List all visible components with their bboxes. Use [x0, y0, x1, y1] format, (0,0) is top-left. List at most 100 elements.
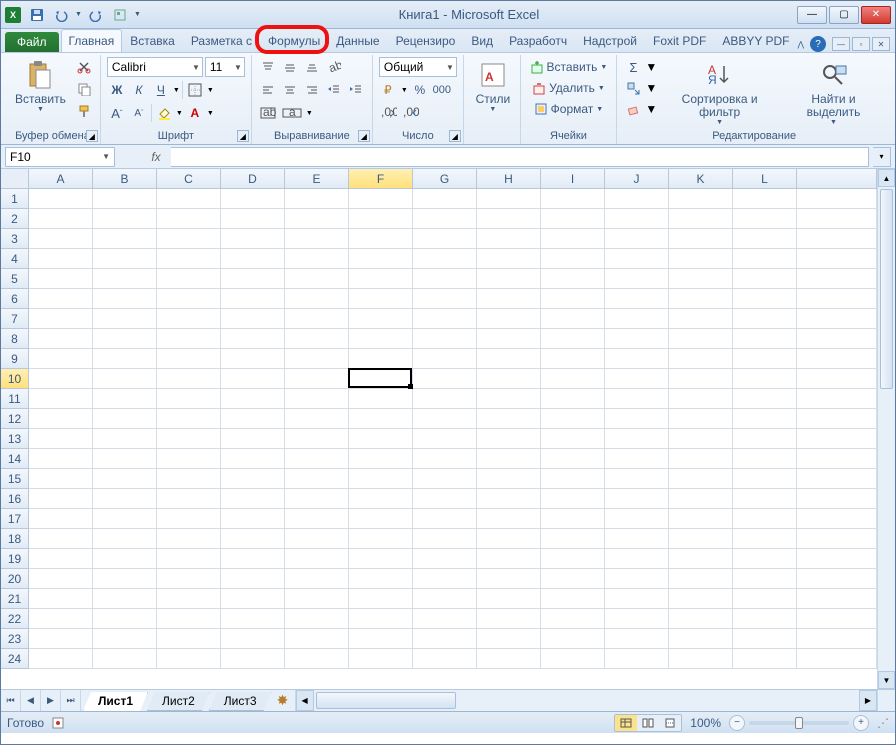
- fill-button[interactable]: [623, 78, 643, 98]
- cell[interactable]: [669, 209, 733, 229]
- cell[interactable]: [733, 589, 797, 609]
- cell[interactable]: [29, 209, 93, 229]
- cell[interactable]: [349, 209, 413, 229]
- cell[interactable]: [669, 309, 733, 329]
- cell[interactable]: [285, 649, 349, 669]
- cell[interactable]: [29, 349, 93, 369]
- row-header[interactable]: 11: [1, 389, 29, 409]
- cell[interactable]: [285, 189, 349, 209]
- cell[interactable]: [669, 229, 733, 249]
- cell[interactable]: [157, 389, 221, 409]
- page-layout-view-button[interactable]: [637, 715, 659, 731]
- cell[interactable]: [413, 569, 477, 589]
- cell[interactable]: [477, 429, 541, 449]
- cell[interactable]: [797, 329, 877, 349]
- cell[interactable]: [157, 369, 221, 389]
- cell[interactable]: [669, 469, 733, 489]
- cell[interactable]: [29, 269, 93, 289]
- cell[interactable]: [349, 249, 413, 269]
- macro-record-icon[interactable]: [52, 717, 64, 729]
- cell[interactable]: [477, 609, 541, 629]
- cell[interactable]: [93, 489, 157, 509]
- cell[interactable]: [797, 549, 877, 569]
- cell[interactable]: [285, 629, 349, 649]
- cell[interactable]: [605, 249, 669, 269]
- cell[interactable]: [477, 589, 541, 609]
- cell[interactable]: [733, 249, 797, 269]
- cell[interactable]: [221, 569, 285, 589]
- cell[interactable]: [605, 409, 669, 429]
- cell[interactable]: [29, 249, 93, 269]
- cell[interactable]: [541, 269, 605, 289]
- cell[interactable]: [349, 509, 413, 529]
- cell[interactable]: [669, 489, 733, 509]
- cell[interactable]: [541, 529, 605, 549]
- cell[interactable]: [669, 549, 733, 569]
- cell[interactable]: [477, 249, 541, 269]
- cell[interactable]: [477, 229, 541, 249]
- align-top-button[interactable]: [258, 57, 278, 77]
- file-tab[interactable]: Файл: [5, 32, 59, 52]
- zoom-thumb[interactable]: [795, 717, 803, 729]
- cell[interactable]: [349, 629, 413, 649]
- mdi-restore[interactable]: ▫: [852, 37, 870, 51]
- cell[interactable]: [541, 449, 605, 469]
- cell[interactable]: [413, 489, 477, 509]
- cell[interactable]: [29, 649, 93, 669]
- cell[interactable]: [477, 189, 541, 209]
- cell[interactable]: [29, 609, 93, 629]
- cell[interactable]: [285, 329, 349, 349]
- cell[interactable]: [29, 489, 93, 509]
- cell[interactable]: [221, 229, 285, 249]
- row-header[interactable]: 19: [1, 549, 29, 569]
- cell[interactable]: [285, 409, 349, 429]
- cell[interactable]: [157, 649, 221, 669]
- cell[interactable]: [221, 289, 285, 309]
- cell[interactable]: [669, 349, 733, 369]
- minimize-button[interactable]: —: [797, 6, 827, 24]
- autosum-button[interactable]: Σ: [623, 57, 643, 77]
- cell[interactable]: [669, 269, 733, 289]
- cell[interactable]: [733, 429, 797, 449]
- orientation-button[interactable]: ab: [324, 57, 344, 77]
- ribbon-minimize[interactable]: ⋀: [797, 40, 804, 49]
- cell[interactable]: [733, 469, 797, 489]
- fx-button[interactable]: fx: [145, 147, 167, 167]
- cell[interactable]: [797, 609, 877, 629]
- cell[interactable]: [477, 289, 541, 309]
- cell[interactable]: [413, 349, 477, 369]
- cell[interactable]: [733, 189, 797, 209]
- cell[interactable]: [285, 229, 349, 249]
- scroll-right-button[interactable]: ▶: [859, 690, 877, 711]
- cell[interactable]: [605, 269, 669, 289]
- name-box[interactable]: F10▼: [5, 147, 115, 167]
- row-header[interactable]: 23: [1, 629, 29, 649]
- cell[interactable]: [413, 289, 477, 309]
- maximize-button[interactable]: ▢: [829, 6, 859, 24]
- cell[interactable]: [477, 509, 541, 529]
- copy-button[interactable]: [74, 79, 94, 99]
- cell[interactable]: [93, 369, 157, 389]
- cell[interactable]: [669, 289, 733, 309]
- cell[interactable]: [541, 469, 605, 489]
- cell[interactable]: [733, 369, 797, 389]
- column-header[interactable]: E: [285, 169, 349, 189]
- cell[interactable]: [797, 209, 877, 229]
- cell[interactable]: [797, 529, 877, 549]
- redo-button[interactable]: [86, 5, 106, 25]
- cell[interactable]: [733, 609, 797, 629]
- decrease-indent-button[interactable]: [324, 80, 344, 100]
- cell[interactable]: [349, 309, 413, 329]
- cell[interactable]: [29, 429, 93, 449]
- align-bottom-button[interactable]: [302, 57, 322, 77]
- mdi-close[interactable]: ✕: [872, 37, 890, 51]
- font-size-combo[interactable]: 11▼: [205, 57, 245, 77]
- cell[interactable]: [541, 629, 605, 649]
- cell[interactable]: [541, 549, 605, 569]
- column-header[interactable]: L: [733, 169, 797, 189]
- cell[interactable]: [413, 589, 477, 609]
- shrink-font-button[interactable]: Aˇ: [129, 103, 149, 123]
- cell[interactable]: [733, 569, 797, 589]
- cell[interactable]: [221, 329, 285, 349]
- cell[interactable]: [733, 269, 797, 289]
